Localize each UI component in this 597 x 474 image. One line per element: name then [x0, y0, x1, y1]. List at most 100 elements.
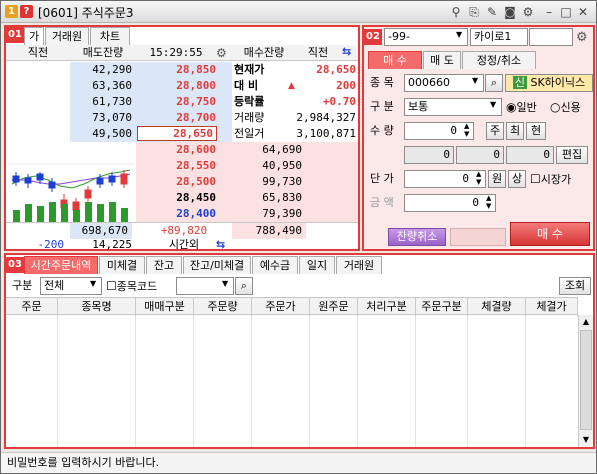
order-empty-field: [450, 228, 506, 246]
amount-spinner[interactable]: ▲ ▼: [486, 194, 491, 210]
bid-price[interactable]: 28,400: [136, 206, 216, 222]
gear-icon[interactable]: ⚙: [576, 30, 588, 46]
edit-button[interactable]: 편집: [556, 146, 588, 164]
qty-shares-button[interactable]: 주: [486, 122, 504, 140]
query-button[interactable]: 조회: [559, 277, 591, 295]
info-label: 전일거: [234, 127, 265, 140]
bid-price[interactable]: 28,450: [136, 190, 216, 206]
swap-arrows-icon[interactable]: ⇆: [216, 237, 230, 253]
price-won-button[interactable]: 원: [488, 170, 506, 188]
price-spinner[interactable]: ▲ ▼: [476, 170, 481, 186]
password-input[interactable]: [529, 28, 573, 46]
col-order-type: 주문구분: [416, 298, 468, 316]
info-change: 대 비 ▲ 200: [232, 78, 358, 94]
ask-price[interactable]: 28,700: [136, 110, 216, 126]
orderbook-header: 직전 매도잔량 15:29:55 ⚙ 매수잔량 직전 ⇆: [6, 45, 358, 61]
code-checkbox[interactable]: ☐종목코드: [106, 277, 157, 295]
link-icon[interactable]: ⚲: [448, 4, 464, 20]
account-name: 카이로1: [470, 28, 528, 46]
ask-price-current[interactable]: 28,650: [137, 126, 217, 141]
info-value: 3,100,871: [296, 127, 356, 140]
info-value: 2,984,327: [296, 111, 356, 124]
qty-field-1: 0: [404, 146, 454, 164]
settings-icon[interactable]: ⚙: [520, 4, 536, 20]
stock-name[interactable]: 신 SK하이닉스: [505, 74, 593, 92]
price-upper-button[interactable]: 상: [508, 170, 526, 188]
bid-qty: 65,830: [262, 191, 302, 204]
tab-price[interactable]: 가: [24, 27, 44, 45]
ask-price[interactable]: 28,800: [136, 78, 216, 94]
qty-field-3: 0: [506, 146, 554, 164]
note-icon[interactable]: ✎: [484, 4, 500, 20]
chevron-down-icon[interactable]: ▼: [490, 100, 496, 116]
gear-icon[interactable]: ⚙: [216, 46, 230, 62]
minimize-icon[interactable]: –: [541, 4, 557, 20]
buy-submit-button[interactable]: 매 수: [510, 222, 590, 246]
order-type-select[interactable]: 보통: [404, 98, 502, 116]
price-input[interactable]: 0: [404, 170, 486, 188]
col-stock-name: 종목명: [58, 298, 136, 316]
tab-broker[interactable]: 거래원: [45, 27, 89, 45]
qty-spinner[interactable]: ▲ ▼: [464, 122, 469, 138]
info-value: 200: [336, 79, 356, 92]
info-current-price: 현재가 28,650: [232, 62, 358, 78]
bid-row: 28,550 40,950: [6, 158, 358, 174]
tab-journal[interactable]: 일지: [299, 256, 335, 274]
qty-cash-button[interactable]: 현: [526, 122, 546, 140]
ask-price[interactable]: 28,850: [136, 62, 216, 78]
chevron-down-icon[interactable]: ▼: [456, 30, 462, 46]
radio-general[interactable]: ◉일반: [506, 98, 537, 116]
info-volume: 거래량 2,984,327: [232, 110, 358, 126]
screenshot-icon[interactable]: ◙: [502, 4, 518, 20]
search-icon[interactable]: ⌕: [235, 277, 253, 295]
tab-unfilled[interactable]: 미체결: [99, 256, 145, 274]
qty-label: 수 량: [370, 124, 394, 137]
maximize-icon[interactable]: □: [558, 4, 574, 20]
close-icon[interactable]: ✕: [575, 4, 591, 20]
header-time: 15:29:55: [149, 46, 203, 59]
tab-balance[interactable]: 잔고: [146, 256, 182, 274]
history-table-body[interactable]: [6, 316, 578, 447]
info-value: 28,650: [316, 63, 356, 76]
help-icon[interactable]: ?: [20, 5, 33, 18]
vertical-scrollbar[interactable]: ▲ ▼: [578, 315, 593, 447]
tab-balance-unfilled[interactable]: 잔고/미체결: [183, 256, 251, 274]
tab-broker[interactable]: 거래원: [336, 256, 382, 274]
bid-price[interactable]: 28,550: [136, 158, 216, 174]
after-qty: 14,225: [92, 238, 132, 251]
header-buy-qty: 매수잔량: [243, 46, 285, 59]
amount-label: 금 액: [370, 196, 394, 209]
ask-price[interactable]: 28,750: [136, 94, 216, 110]
scroll-down-icon[interactable]: ▼: [579, 433, 593, 447]
copy-icon[interactable]: ⎘: [466, 4, 482, 20]
search-icon[interactable]: ⌕: [485, 74, 503, 92]
swap-arrows-icon[interactable]: ⇆: [342, 45, 356, 61]
chevron-down-icon[interactable]: ▼: [90, 279, 96, 295]
tab-sell[interactable]: 매 도: [423, 51, 461, 69]
chevron-down-icon[interactable]: ▼: [222, 279, 228, 295]
amount-input[interactable]: 0: [404, 194, 496, 212]
market-price-checkbox[interactable]: ☐시장가: [530, 170, 571, 188]
tab-modify[interactable]: 정정/취소: [462, 51, 536, 69]
cancel-rest-button[interactable]: 잔량취소: [388, 228, 446, 246]
ask-qty: 63,360: [92, 79, 132, 92]
qty-max-button[interactable]: 최: [506, 122, 524, 140]
col-filled-qty: 체결량: [468, 298, 526, 316]
market-price-label: 시장가: [540, 173, 572, 186]
tab-time-orders[interactable]: 시간주문내역: [24, 256, 98, 274]
type-label: 구 분: [370, 100, 394, 113]
tab-chart[interactable]: 차트: [90, 27, 130, 45]
chevron-down-icon[interactable]: ▼: [472, 76, 478, 92]
radio-credit[interactable]: ○신용: [550, 98, 581, 116]
scroll-up-icon[interactable]: ▲: [579, 315, 593, 329]
window-number-icon[interactable]: 1: [5, 5, 18, 18]
scroll-thumb[interactable]: [580, 330, 592, 430]
info-label: 거래량: [234, 111, 265, 124]
tab-deposit[interactable]: 예수금: [252, 256, 298, 274]
bid-price[interactable]: 28,500: [136, 174, 216, 190]
window-title: [0601] 주식주문3: [38, 6, 134, 20]
radio-general-label: 일반: [516, 101, 537, 114]
code-checkbox-label: 종목코드: [116, 280, 158, 293]
bid-price[interactable]: 28,600: [136, 142, 216, 158]
tab-buy[interactable]: 매 수: [368, 51, 422, 69]
